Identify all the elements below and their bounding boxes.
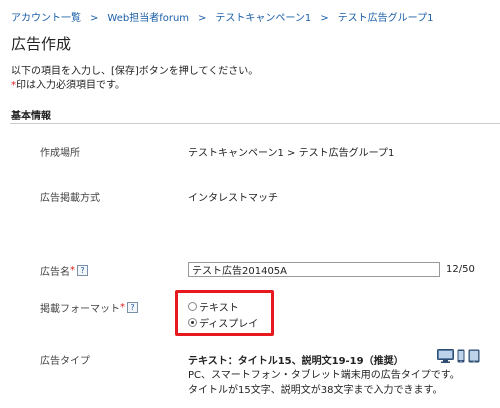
ad-name-label-text: 広告名 bbox=[40, 267, 70, 278]
ad-type-desc-line: タイトルが15文字、説明文が38文字まで入力できます。 bbox=[188, 385, 443, 396]
ad-type-description: PC、スマートフォン・タブレット端末用の広告タイプです。 タイトルが15文字、説… bbox=[188, 368, 460, 398]
breadcrumb-separator: > bbox=[90, 13, 99, 24]
required-note: *印は入力必須項目です。 bbox=[11, 79, 258, 93]
desktop-icon bbox=[437, 349, 454, 366]
instructions: 以下の項目を入力し、[保存]ボタンを押してください。 *印は入力必須項目です。 bbox=[11, 65, 258, 93]
breadcrumb-ad-group[interactable]: テスト広告グループ1 bbox=[338, 13, 434, 24]
instruction-line: 以下の項目を入力し、[保存]ボタンを押してください。 bbox=[11, 66, 259, 77]
ad-type-desc-line: PC、スマートフォン・タブレット端末用の広告タイプです。 bbox=[188, 370, 460, 381]
help-icon[interactable]: ? bbox=[77, 265, 88, 276]
breadcrumb-account-list[interactable]: アカウント一覧 bbox=[11, 13, 81, 24]
breadcrumb-separator: > bbox=[320, 13, 329, 24]
ad-type-title: テキスト：タイトル15、説明文19-19（推奨） bbox=[188, 356, 404, 367]
section-title: 基本情報 bbox=[11, 111, 51, 122]
location-value: テストキャンペーン1 > テスト広告グループ1 bbox=[188, 148, 395, 159]
location-label: 作成場所 bbox=[40, 148, 80, 159]
ad-type-label: 広告タイプ bbox=[40, 356, 90, 367]
device-icons bbox=[437, 349, 480, 366]
required-note-text: 印は入力必須項目です。 bbox=[16, 80, 125, 91]
ad-name-input[interactable] bbox=[188, 262, 440, 277]
highlight-annotation-box bbox=[175, 290, 274, 336]
required-mark: * bbox=[70, 265, 75, 276]
help-icon[interactable]: ? bbox=[127, 302, 138, 313]
ad-name-label: 広告名 *? bbox=[40, 263, 88, 278]
smartphone-icon bbox=[457, 349, 465, 366]
delivery-method-value: インタレストマッチ bbox=[188, 193, 278, 204]
required-mark: * bbox=[120, 302, 125, 313]
ad-name-char-counter: 12/50 bbox=[446, 264, 475, 275]
delivery-method-label: 広告掲載方式 bbox=[40, 193, 100, 204]
section-divider bbox=[10, 123, 500, 124]
page-title: 広告作成 bbox=[11, 35, 72, 53]
breadcrumb-account[interactable]: Web担当者forum bbox=[107, 13, 189, 24]
breadcrumb: アカウント一覧 > Web担当者forum > テストキャンペーン1 > テスト広告グループ… bbox=[11, 9, 433, 24]
breadcrumb-campaign[interactable]: テストキャンペーン1 bbox=[215, 13, 311, 24]
format-label-text: 掲載フォーマット bbox=[40, 304, 120, 315]
format-label: 掲載フォーマット *? bbox=[40, 300, 138, 315]
tablet-icon bbox=[468, 349, 480, 366]
breadcrumb-separator: > bbox=[198, 13, 207, 24]
